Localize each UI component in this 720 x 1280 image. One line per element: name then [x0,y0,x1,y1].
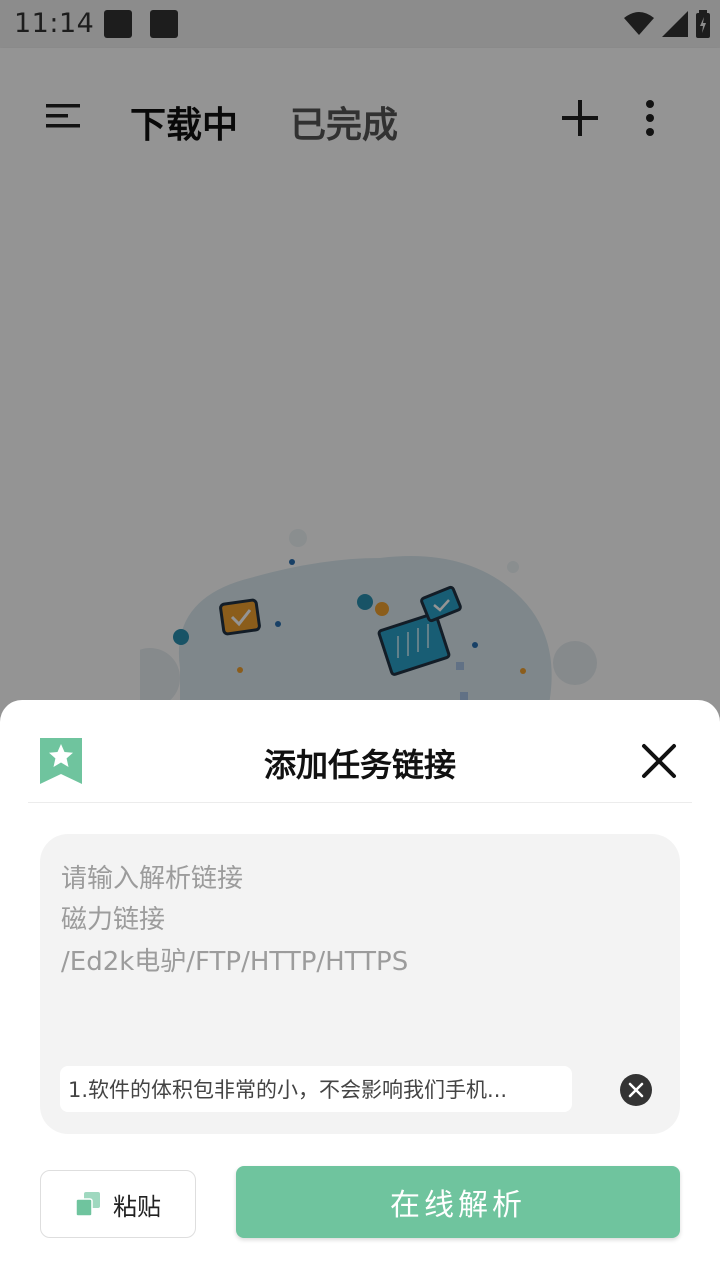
paste-label: 粘贴 [113,1192,161,1221]
add-task-bottom-sheet: 添加任务链接 请输入解析链接 磁力链接 /Ed2k电驴/FTP/HTTP/HTT… [0,700,720,1280]
parse-online-button[interactable]: 在线解析 [236,1166,680,1238]
placeholder-line: /Ed2k电驴/FTP/HTTP/HTTPS [61,947,409,977]
parse-online-label: 在线解析 [390,1188,526,1223]
clear-input-icon[interactable] [620,1074,652,1106]
close-icon[interactable] [640,742,678,780]
clipboard-suggestion[interactable]: 1.软件的体积包非常的小，不会影响我们手机... [60,1066,572,1112]
paste-icon [75,1192,100,1217]
header-divider [28,802,692,803]
link-input[interactable]: 请输入解析链接 磁力链接 /Ed2k电驴/FTP/HTTP/HTTPS 1.软件… [40,834,680,1134]
placeholder-line: 磁力链接 [61,905,166,935]
dialog-title: 添加任务链接 [263,746,456,784]
suggestion-text: 1.软件的体积包非常的小，不会影响我们手机... [68,1078,508,1102]
sheet-header: 添加任务链接 [0,700,720,804]
placeholder-line: 请输入解析链接 [61,864,244,894]
paste-button[interactable]: 粘贴 [40,1170,196,1238]
